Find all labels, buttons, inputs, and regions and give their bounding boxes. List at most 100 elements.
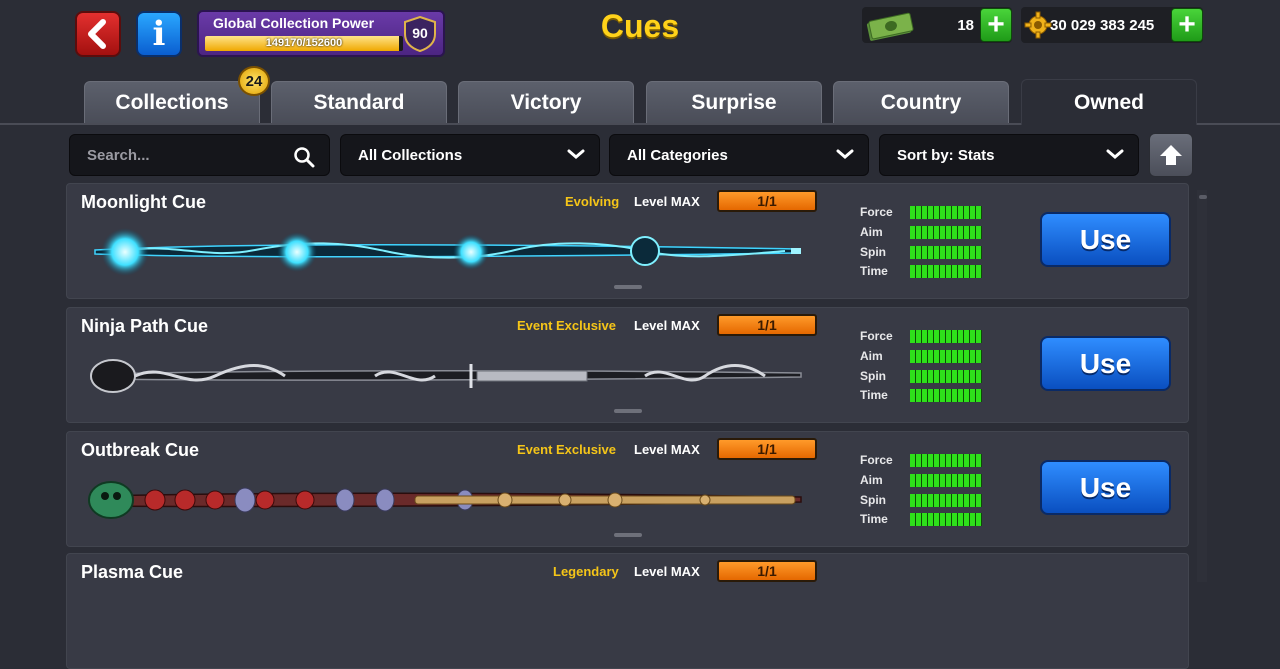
stat-bar-aim <box>910 474 982 487</box>
row-handle <box>614 409 642 413</box>
stat-bar-spin <box>910 370 982 383</box>
stat-label-spin: Spin <box>860 369 886 383</box>
stat-bar-aim <box>910 226 982 239</box>
row-handle <box>614 533 642 537</box>
stat-label-force: Force <box>860 329 893 343</box>
info-icon: i <box>152 14 166 54</box>
cue-tag: Evolving <box>565 194 620 209</box>
sort-direction-button[interactable] <box>1149 133 1193 177</box>
tab-country[interactable]: Country <box>833 81 1009 123</box>
chevron-down-icon <box>567 149 585 159</box>
stat-bar-time <box>910 265 982 278</box>
cue-name: Ninja Path Cue <box>81 316 209 336</box>
search-placeholder: Search... <box>87 146 150 164</box>
add-coins-button[interactable]: + <box>1171 8 1203 42</box>
search-input[interactable]: Search... <box>69 134 330 176</box>
cue-level-progress: 1/1 <box>717 560 817 582</box>
stat-bar-force <box>910 206 982 219</box>
coin-gear-icon <box>1024 11 1052 39</box>
stat-label-spin: Spin <box>860 245 886 259</box>
cue-tag: Event Exclusive <box>517 442 616 457</box>
use-cue-button[interactable]: Use <box>1040 336 1171 391</box>
stat-bar-time <box>910 513 982 526</box>
cue-level-progress: 1/1 <box>717 438 817 460</box>
stat-label-aim: Aim <box>860 473 883 487</box>
cue-level: Level MAX <box>634 564 700 579</box>
cue-tag: Event Exclusive <box>517 318 616 333</box>
cue-row[interactable]: Outbreak Cue Event Exclusive Level MAX 1… <box>66 431 1189 547</box>
sort-dropdown-value: Sort by: Stats <box>897 146 995 164</box>
coins-counter: 30 029 383 245 + <box>1021 7 1203 43</box>
use-cue-button[interactable]: Use <box>1040 212 1171 267</box>
cue-row[interactable]: Ninja Path Cue Event Exclusive Level MAX… <box>66 307 1189 423</box>
chevron-down-icon <box>1106 149 1124 159</box>
scrollbar-thumb[interactable] <box>1199 195 1207 199</box>
tab-label: Collections <box>115 90 229 114</box>
collection-power-progress: 149170/152600 <box>265 37 343 49</box>
cue-name: Outbreak Cue <box>81 440 200 460</box>
sort-dropdown[interactable]: Sort by: Stats <box>879 134 1139 176</box>
collections-dropdown[interactable]: All Collections <box>340 134 600 176</box>
back-button[interactable] <box>75 11 121 57</box>
stat-label-force: Force <box>860 205 893 219</box>
stat-bar-aim <box>910 350 982 363</box>
stat-bar-spin <box>910 494 982 507</box>
chevron-down-icon <box>836 149 854 159</box>
stat-bar-force <box>910 454 982 467</box>
cue-name: Plasma Cue <box>81 562 184 582</box>
stat-bar-time <box>910 389 982 402</box>
stat-label-aim: Aim <box>860 349 883 363</box>
search-icon <box>294 147 315 168</box>
tab-owned[interactable]: Owned <box>1021 79 1197 125</box>
stat-label-time: Time <box>860 512 888 526</box>
coins-value: 30 029 383 245 <box>1050 16 1155 34</box>
collection-level: 90 <box>412 25 428 41</box>
tab-victory[interactable]: Victory <box>458 81 634 123</box>
cue-name: Moonlight Cue <box>81 192 206 212</box>
list-scrollbar[interactable] <box>1197 190 1207 582</box>
collection-power-bar: 149170/152600 <box>205 36 403 51</box>
stat-label-aim: Aim <box>860 225 883 239</box>
outbreak-cue-image <box>88 481 802 519</box>
tab-label: Surprise <box>691 90 777 114</box>
cue-level-progress: 1/1 <box>717 190 817 212</box>
use-cue-button[interactable]: Use <box>1040 460 1171 515</box>
cash-icon <box>866 12 914 41</box>
cue-level: Level MAX <box>634 442 700 457</box>
cue-tag: Legendary <box>553 564 619 579</box>
ninja-path-cue-image <box>90 359 802 393</box>
cue-row[interactable]: Plasma Cue Legendary Level MAX 1/1 <box>66 553 1189 669</box>
tab-collections[interactable]: Collections <box>84 81 260 123</box>
tab-label: Owned <box>1073 90 1144 114</box>
collections-count-badge: 24 <box>238 66 270 96</box>
plus-icon: + <box>1178 8 1196 41</box>
stat-label-time: Time <box>860 264 888 278</box>
collections-dropdown-value: All Collections <box>358 146 463 164</box>
cue-level: Level MAX <box>634 318 700 333</box>
arrow-up-icon <box>1160 145 1182 165</box>
tab-label: Standard <box>313 90 405 114</box>
cash-counter: 18 + <box>862 7 1012 43</box>
tab-standard[interactable]: Standard <box>271 81 447 123</box>
row-handle <box>614 285 642 289</box>
stat-label-time: Time <box>860 388 888 402</box>
add-cash-button[interactable]: + <box>980 8 1012 42</box>
stat-label-spin: Spin <box>860 493 886 507</box>
cue-level-progress: 1/1 <box>717 314 817 336</box>
global-collection-power[interactable]: Global Collection Power 149170/152600 90 <box>197 10 445 57</box>
categories-dropdown-value: All Categories <box>627 146 728 164</box>
tab-label: Country <box>880 90 962 114</box>
stat-bar-spin <box>910 246 982 259</box>
tab-surprise[interactable]: Surprise <box>646 81 822 123</box>
cue-row[interactable]: Moonlight Cue Evolving Level MAX 1/1 For… <box>66 183 1189 299</box>
info-button[interactable]: i <box>136 11 182 57</box>
plus-icon: + <box>987 8 1005 41</box>
categories-dropdown[interactable]: All Categories <box>609 134 869 176</box>
moonlight-cue-image <box>94 228 801 276</box>
stat-label-force: Force <box>860 453 893 467</box>
back-arrow-icon <box>88 19 106 49</box>
cue-level: Level MAX <box>634 194 700 209</box>
cash-value: 18 <box>957 16 974 34</box>
tab-label: Victory <box>510 90 582 114</box>
page-title: Cues <box>600 8 680 44</box>
